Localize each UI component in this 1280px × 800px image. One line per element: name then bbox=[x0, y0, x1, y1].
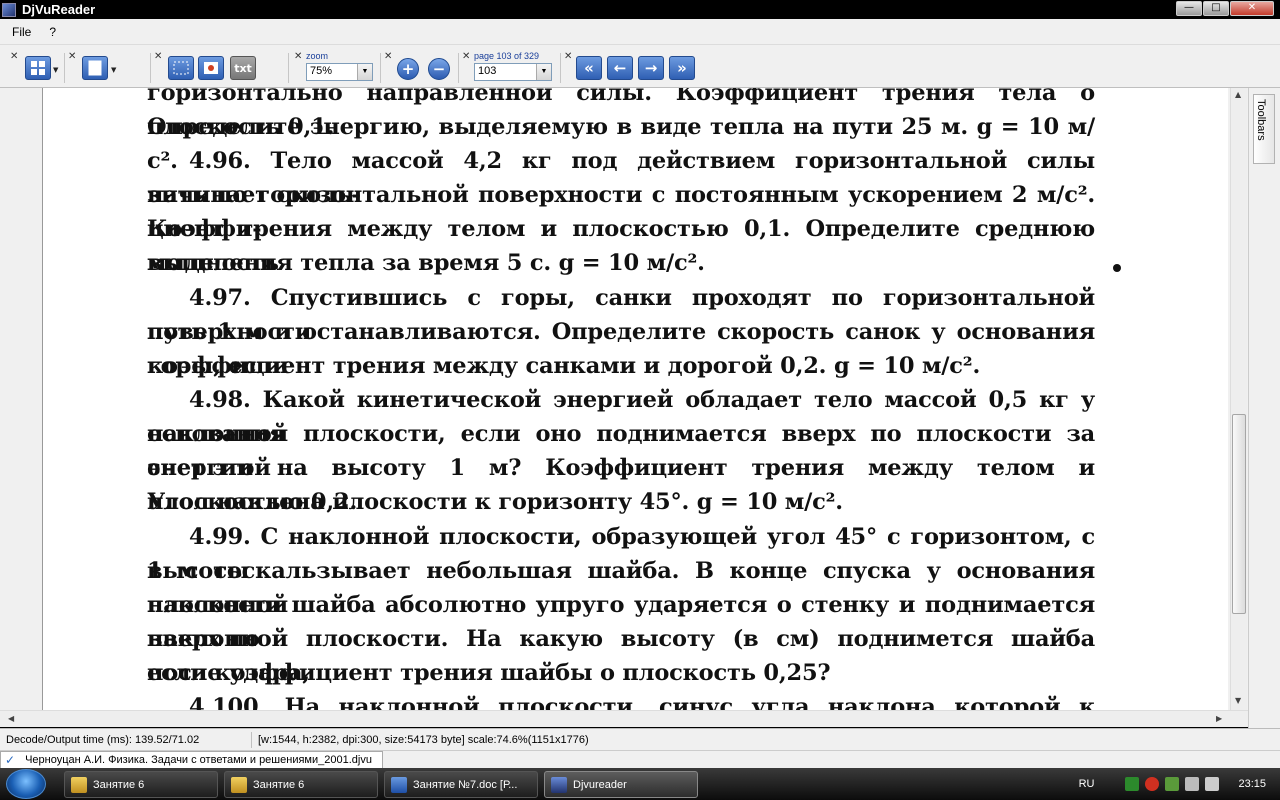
toolbar-close-icon[interactable]: ✕ bbox=[462, 51, 470, 62]
clock[interactable]: 23:15 bbox=[1238, 778, 1266, 790]
start-button[interactable] bbox=[6, 769, 46, 799]
volume-icon[interactable] bbox=[1205, 777, 1220, 791]
previous-page-button[interactable]: ← bbox=[607, 56, 633, 80]
scroll-down-arrow-icon[interactable]: ▼ bbox=[1235, 696, 1241, 705]
scroll-right-arrow-icon[interactable]: ▶ bbox=[1216, 714, 1222, 723]
scan-speck bbox=[1113, 264, 1121, 272]
page-select[interactable]: 103 ▼ bbox=[474, 63, 552, 81]
text-line: Угол наклона плоскости к горизонту 45°. … bbox=[147, 489, 843, 515]
horizontal-scrollbar[interactable]: ◀ ▶ bbox=[0, 710, 1248, 727]
windows-taskbar: Занятие 6 Занятие 6 Занятие №7.doc [Р...… bbox=[0, 768, 1280, 800]
vertical-scroll-thumb[interactable] bbox=[1232, 414, 1246, 614]
arrow-right-icon: → bbox=[644, 59, 658, 77]
maximize-button[interactable]: □ bbox=[1203, 1, 1229, 16]
text-mode-button[interactable]: txt bbox=[230, 56, 256, 80]
scroll-up-arrow-icon[interactable]: ▲ bbox=[1235, 90, 1241, 99]
taskbar-item-active[interactable]: Djvureader bbox=[544, 771, 698, 798]
last-page-button[interactable]: » bbox=[669, 56, 695, 80]
first-page-button[interactable]: « bbox=[576, 56, 602, 80]
chevron-down-icon[interactable]: ▼ bbox=[357, 64, 372, 80]
page-number-value: 103 bbox=[478, 65, 497, 77]
toolbar: ✕ ▼ ✕ ▼ ✕ txt ✕ zoom 75% ▼ ✕ + − ✕ page … bbox=[0, 45, 1280, 88]
folder-icon bbox=[231, 776, 247, 793]
toolbar-close-icon[interactable]: ✕ bbox=[294, 51, 302, 62]
double-arrow-left-icon: « bbox=[584, 59, 594, 77]
checkmark-icon: ✓ bbox=[5, 753, 16, 767]
menu-help[interactable]: ? bbox=[45, 23, 60, 41]
status-bar: Decode/Output time (ms): 139.52/71.02 [w… bbox=[0, 728, 1280, 750]
text-line: выделения тепла за время 5 с. g = 10 м/с… bbox=[147, 250, 705, 276]
document-viewport: горизонтально направленной силы. Коэффиц… bbox=[0, 88, 1248, 710]
page-icon bbox=[88, 60, 102, 76]
taskbar-item-label: Djvureader bbox=[573, 778, 627, 791]
zoom-label: zoom bbox=[306, 51, 329, 61]
window-controls: — □ ✕ bbox=[1175, 1, 1274, 16]
word-document-icon bbox=[391, 776, 407, 793]
document-tab-strip: ✓ Черноуцан А.И. Физика. Задачи с ответа… bbox=[0, 750, 1280, 769]
chevron-down-icon[interactable]: ▼ bbox=[53, 66, 58, 74]
network-tray-icon[interactable] bbox=[1125, 777, 1140, 791]
zoom-in-button[interactable]: + bbox=[397, 58, 419, 80]
folder-icon bbox=[71, 776, 87, 793]
toolbars-side-panel: Toolbars bbox=[1248, 88, 1280, 728]
zoom-out-button[interactable]: − bbox=[428, 58, 450, 80]
djvureader-app-icon bbox=[551, 776, 567, 793]
language-indicator[interactable]: RU bbox=[1079, 778, 1095, 790]
layout-icon bbox=[31, 61, 45, 75]
image-icon bbox=[204, 62, 218, 74]
text-line: если коэффициент трения шайбы о плоскост… bbox=[147, 660, 831, 686]
double-arrow-right-icon: » bbox=[677, 59, 687, 77]
document-tab[interactable]: ✓ Черноуцан А.И. Физика. Задачи с ответа… bbox=[0, 750, 383, 769]
taskbar-item[interactable]: Занятие 6 bbox=[64, 771, 218, 798]
text-line: коэффициент трения между санками и дорог… bbox=[147, 353, 981, 379]
toolbars-label: Toolbars bbox=[1255, 99, 1267, 141]
next-page-button[interactable]: → bbox=[638, 56, 664, 80]
toolbar-close-icon[interactable]: ✕ bbox=[384, 51, 392, 62]
system-tray: RU 23:15 bbox=[1079, 768, 1280, 800]
decode-time-status: Decode/Output time (ms): 139.52/71.02 bbox=[0, 731, 252, 748]
vertical-scrollbar[interactable]: ▲ ▼ bbox=[1230, 88, 1247, 710]
taskbar-item[interactable]: Занятие 6 bbox=[224, 771, 378, 798]
arrow-left-icon: ← bbox=[613, 59, 627, 77]
taskbar-item-label: Занятие №7.doc [Р... bbox=[413, 778, 518, 791]
menu-bar: File ? bbox=[0, 19, 1280, 45]
taskbar-item-label: Занятие 6 bbox=[93, 778, 145, 791]
select-region-button[interactable] bbox=[168, 56, 194, 80]
scroll-left-arrow-icon[interactable]: ◀ bbox=[8, 714, 14, 723]
taskbar-item-label: Занятие 6 bbox=[253, 778, 305, 791]
zoom-select[interactable]: 75% ▼ bbox=[306, 63, 373, 81]
menu-file[interactable]: File bbox=[8, 23, 35, 41]
document-page[interactable]: горизонтально направленной силы. Коэффиц… bbox=[42, 88, 1228, 710]
toolbar-close-icon[interactable]: ✕ bbox=[68, 51, 76, 62]
antivirus-tray-icon[interactable] bbox=[1145, 777, 1160, 791]
close-button[interactable]: ✕ bbox=[1230, 1, 1274, 16]
document-tab-label: Черноуцан А.И. Физика. Задачи с ответами… bbox=[25, 754, 372, 766]
device-tray-icon[interactable] bbox=[1165, 777, 1180, 791]
chevron-down-icon[interactable]: ▼ bbox=[111, 66, 116, 74]
toolbar-close-icon[interactable]: ✕ bbox=[154, 51, 162, 62]
selection-icon bbox=[173, 61, 189, 75]
image-mode-button[interactable] bbox=[198, 56, 224, 80]
title-bar: DjVuReader — □ ✕ bbox=[0, 0, 1280, 19]
chevron-down-icon[interactable]: ▼ bbox=[536, 64, 551, 80]
page-view-button[interactable] bbox=[82, 56, 108, 80]
minimize-button[interactable]: — bbox=[1176, 1, 1202, 16]
signal-tray-icon[interactable] bbox=[1185, 777, 1200, 791]
text-line: 4.100. На наклонной плоскости, синус угл… bbox=[189, 694, 1095, 710]
zoom-value: 75% bbox=[310, 65, 333, 77]
document-info-status: [w:1544, h:2382, dpi:300, size:54173 byt… bbox=[258, 733, 589, 746]
layout-mode-button[interactable] bbox=[25, 56, 51, 80]
toolbars-tab[interactable]: Toolbars bbox=[1253, 94, 1275, 164]
toolbar-close-icon[interactable]: ✕ bbox=[10, 51, 18, 62]
taskbar-item[interactable]: Занятие №7.doc [Р... bbox=[384, 771, 538, 798]
djvureader-app-icon bbox=[2, 2, 16, 17]
page-count-label: page 103 of 329 bbox=[474, 51, 540, 61]
window-title: DjVuReader bbox=[22, 2, 96, 17]
toolbar-close-icon[interactable]: ✕ bbox=[564, 51, 572, 62]
